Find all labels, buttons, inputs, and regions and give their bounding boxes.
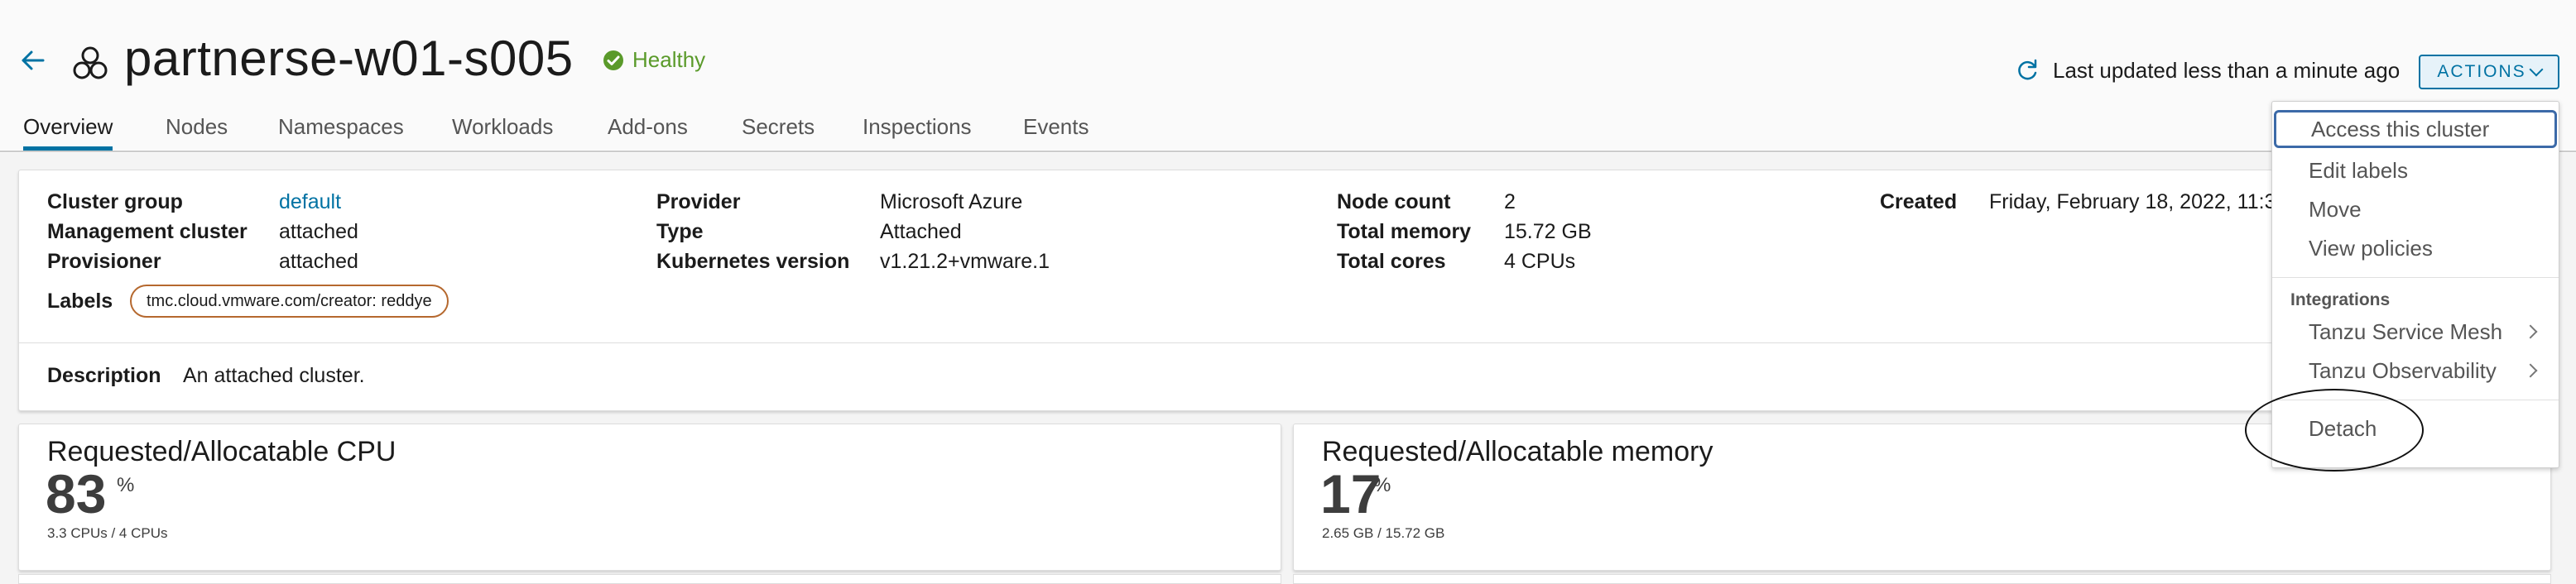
chevron-right-icon <box>2523 324 2538 339</box>
tab-nodes[interactable]: Nodes <box>166 114 228 151</box>
memory-metric-unit: % <box>1373 474 1391 496</box>
next-card-edge <box>18 574 1281 584</box>
page-header: partnerse-w01-s005 Healthy Last updated … <box>0 0 2576 153</box>
provider-label: Provider <box>656 190 741 213</box>
summary-divider <box>19 342 2550 343</box>
created-value: Friday, February 18, 2022, 11:3 <box>1989 190 2276 213</box>
cluster-summary-card: Cluster group default Management cluster… <box>18 170 2551 411</box>
health-label: Healthy <box>632 47 706 72</box>
menu-section-integrations: Integrations <box>2290 290 2391 309</box>
kubernetes-version-value: v1.21.2+vmware.1 <box>880 250 1050 273</box>
menu-item-detach[interactable]: Detach <box>2272 409 2559 448</box>
type-value: Attached <box>880 220 962 243</box>
menu-item-label: Tanzu Service Mesh <box>2309 318 2503 344</box>
check-circle-icon <box>603 50 623 70</box>
menu-divider <box>2272 277 2559 278</box>
management-cluster-label: Management cluster <box>47 220 248 243</box>
cpu-metric-unit: % <box>117 474 135 496</box>
total-memory-label: Total memory <box>1337 220 1472 243</box>
total-memory-value: 15.72 GB <box>1504 220 1592 243</box>
refresh-icon[interactable] <box>2015 58 2040 83</box>
menu-item-edit-labels[interactable]: Edit labels <box>2272 151 2559 189</box>
page-title: partnerse-w01-s005 <box>124 31 574 86</box>
memory-metric-value: 17 <box>1320 463 1382 524</box>
actions-button[interactable]: ACTIONS <box>2419 55 2559 89</box>
node-count-value: 2 <box>1504 190 1516 213</box>
labels-label: Labels <box>47 290 113 313</box>
next-card-edge <box>1293 574 2551 584</box>
cluster-group-link[interactable]: default <box>279 190 341 214</box>
chevron-down-icon <box>2529 62 2544 77</box>
actions-label: ACTIONS <box>2437 62 2526 81</box>
menu-item-tanzu-observability[interactable]: Tanzu Observability <box>2272 352 2559 390</box>
health-status: Healthy <box>603 47 705 73</box>
provider-value: Microsoft Azure <box>880 190 1023 213</box>
management-cluster-value: attached <box>279 220 358 243</box>
provisioner-label: Provisioner <box>47 250 161 273</box>
chevron-right-icon <box>2523 363 2538 378</box>
menu-item-move[interactable]: Move <box>2272 190 2559 228</box>
back-arrow-icon[interactable] <box>18 46 46 74</box>
created-label: Created <box>1880 190 1958 213</box>
cpu-metric-detail: 3.3 CPUs / 4 CPUs <box>47 525 168 541</box>
menu-item-label: Tanzu Observability <box>2309 357 2497 383</box>
tab-namespaces[interactable]: Namespaces <box>278 114 404 151</box>
cpu-metric-card: Requested/Allocatable CPU 83 % 3.3 CPUs … <box>18 424 1281 571</box>
tab-bar: Overview Nodes Namespaces Workloads Add-… <box>0 108 2576 152</box>
tab-add-ons[interactable]: Add-ons <box>608 114 688 151</box>
node-count-label: Node count <box>1337 190 1451 213</box>
tab-secrets[interactable]: Secrets <box>742 114 815 151</box>
total-cores-value: 4 CPUs <box>1504 250 1576 273</box>
menu-item-access-cluster[interactable]: Access this cluster <box>2274 110 2557 148</box>
tab-events[interactable]: Events <box>1023 114 1089 151</box>
tab-workloads[interactable]: Workloads <box>452 114 553 151</box>
provisioner-value: attached <box>279 250 358 273</box>
cpu-metric-value: 83 <box>46 463 107 524</box>
memory-metric-detail: 2.65 GB / 15.72 GB <box>1322 525 1445 541</box>
type-label: Type <box>656 220 704 243</box>
cluster-icon <box>73 46 108 79</box>
description-value: An attached cluster. <box>183 364 365 387</box>
label-pill: tmc.cloud.vmware.com/creator: reddye <box>130 285 449 318</box>
tab-inspections[interactable]: Inspections <box>863 114 972 151</box>
tab-overview[interactable]: Overview <box>23 114 113 151</box>
cluster-group-label: Cluster group <box>47 190 183 213</box>
description-label: Description <box>47 364 161 387</box>
total-cores-label: Total cores <box>1337 250 1446 273</box>
last-updated-text: Last updated less than a minute ago <box>2053 58 2401 83</box>
kubernetes-version-label: Kubernetes version <box>656 250 850 273</box>
menu-item-view-policies[interactable]: View policies <box>2272 229 2559 267</box>
actions-dropdown-menu: Access this cluster Edit labels Move Vie… <box>2271 101 2559 468</box>
menu-item-tanzu-service-mesh[interactable]: Tanzu Service Mesh <box>2272 313 2559 351</box>
